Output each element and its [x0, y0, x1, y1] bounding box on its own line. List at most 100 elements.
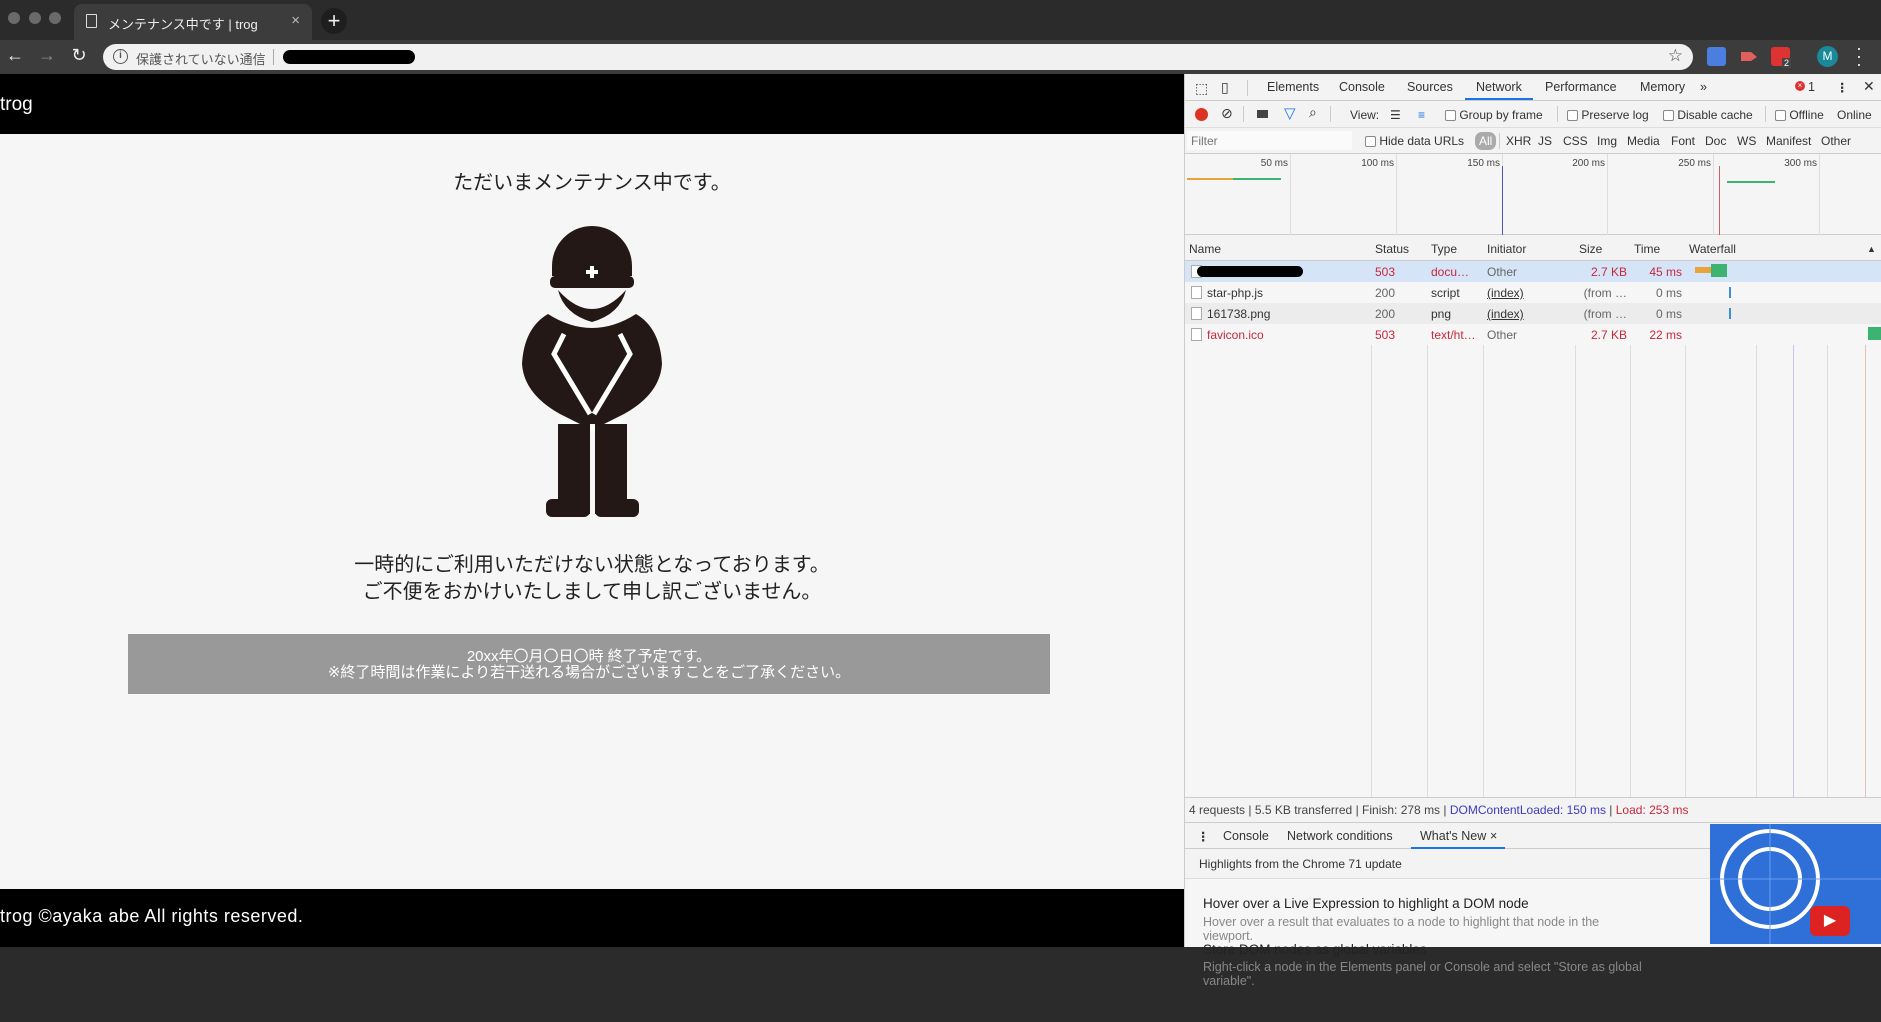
- overview-toggle-icon[interactable]: ≡: [1418, 108, 1425, 122]
- drawer-tab-console[interactable]: Console: [1223, 829, 1269, 843]
- column-size[interactable]: Size: [1579, 242, 1602, 256]
- feature-desc: Right-click a node in the Elements panel…: [1203, 960, 1642, 988]
- filter-type-all[interactable]: All: [1475, 132, 1497, 150]
- reload-icon[interactable]: ↻: [67, 45, 91, 66]
- preserve-log-checkbox[interactable]: Preserve log: [1567, 108, 1649, 122]
- filter-type-css[interactable]: CSS: [1563, 134, 1588, 148]
- search-icon[interactable]: ⌕: [1309, 104, 1317, 121]
- info-icon[interactable]: i: [113, 49, 128, 64]
- chrome-71-video-thumbnail[interactable]: ▶: [1710, 824, 1881, 944]
- request-initiator[interactable]: (index): [1487, 286, 1524, 300]
- feature-title[interactable]: Hover over a Live Expression to highligh…: [1203, 896, 1529, 911]
- active-tab-indicator: [1465, 98, 1533, 100]
- tab-console[interactable]: Console: [1339, 80, 1385, 94]
- filter-type-media[interactable]: Media: [1627, 134, 1660, 148]
- network-overview-timeline[interactable]: 50 ms 100 ms 150 ms 200 ms 250 ms 300 ms: [1185, 154, 1881, 235]
- notice-line-1: 20xx年〇月〇日〇時 終了予定です。: [466, 648, 712, 665]
- filter-input[interactable]: [1187, 131, 1352, 150]
- throttling-select[interactable]: Online: [1837, 108, 1872, 122]
- forward-arrow-icon[interactable]: →: [35, 45, 59, 66]
- devtools-close-icon[interactable]: ✕: [1863, 78, 1875, 95]
- notice-line-2: ※終了時間は作業により若干送れる場合がございますことをご了承ください。: [327, 664, 851, 681]
- device-toolbar-icon[interactable]: ▯: [1221, 79, 1229, 96]
- tab-close-icon[interactable]: ×: [291, 12, 300, 29]
- large-rows-icon[interactable]: ☰: [1390, 108, 1401, 122]
- column-time[interactable]: Time: [1634, 242, 1660, 256]
- request-initiator[interactable]: (index): [1487, 307, 1524, 321]
- request-type: png: [1431, 307, 1452, 321]
- request-size: (from …: [1583, 286, 1627, 300]
- feature-title[interactable]: Store DOM nodes as global variables: [1203, 942, 1427, 957]
- browser-tab[interactable]: メンテナンス中です | trog ×: [74, 4, 312, 40]
- column-initiator[interactable]: Initiator: [1487, 242, 1526, 256]
- security-label: 保護されていない通信: [136, 52, 266, 67]
- filter-type-doc[interactable]: Doc: [1705, 134, 1726, 148]
- profile-avatar[interactable]: M: [1817, 46, 1838, 67]
- tab-sources[interactable]: Sources: [1407, 80, 1453, 94]
- filter-type-manifest[interactable]: Manifest: [1766, 134, 1811, 148]
- inspect-element-icon[interactable]: ⬚: [1195, 80, 1208, 97]
- tab-network[interactable]: Network: [1476, 80, 1522, 94]
- filter-funnel-icon[interactable]: ▽: [1284, 104, 1296, 122]
- video-extension-icon[interactable]: [1739, 47, 1758, 66]
- filter-type-other[interactable]: Other: [1821, 134, 1851, 148]
- overview-tick-label: 250 ms: [1678, 158, 1711, 169]
- translate-extension-icon[interactable]: [1707, 47, 1726, 66]
- filter-type-font[interactable]: Font: [1671, 134, 1695, 148]
- drawer-tab-network-conditions[interactable]: Network conditions: [1287, 829, 1393, 843]
- column-name[interactable]: Name: [1189, 242, 1221, 256]
- filter-type-img[interactable]: Img: [1597, 134, 1617, 148]
- devtools-panel: ⬚ ▯ Elements Console Sources Network Per…: [1184, 74, 1881, 988]
- filter-type-xhr[interactable]: XHR: [1506, 134, 1531, 148]
- table-row[interactable]: 161738.png 200 png (index) (from … 0 ms: [1185, 303, 1881, 324]
- devtools-menu-icon[interactable]: ⋮: [1836, 80, 1849, 95]
- window-minimize-button[interactable]: [29, 12, 41, 24]
- table-row[interactable]: star-php.js 200 script (index) (from … 0 ms: [1185, 282, 1881, 303]
- drawer-menu-icon[interactable]: ⋮: [1197, 829, 1210, 844]
- column-type[interactable]: Type: [1431, 242, 1457, 256]
- bookmark-star-icon[interactable]: ☆: [1668, 46, 1683, 66]
- more-tabs-button[interactable]: »: [1700, 80, 1707, 94]
- extension-icon[interactable]: 2: [1771, 47, 1792, 68]
- table-row[interactable]: favicon.ico 503 text/ht… Other 2.7 KB 22 ms: [1185, 324, 1881, 345]
- drawer-tab-whats-new[interactable]: What's New: [1420, 829, 1486, 843]
- window-maximize-button[interactable]: [49, 12, 61, 24]
- file-icon: [1191, 307, 1202, 320]
- request-name[interactable]: star-php.js: [1207, 286, 1367, 300]
- sort-ascending-icon[interactable]: ▲: [1867, 244, 1876, 254]
- request-time: 0 ms: [1655, 286, 1682, 300]
- column-status[interactable]: Status: [1375, 242, 1409, 256]
- tab-elements[interactable]: Elements: [1267, 80, 1319, 94]
- filter-type-js[interactable]: JS: [1538, 134, 1552, 148]
- group-by-frame-checkbox[interactable]: Group by frame: [1445, 108, 1543, 122]
- column-waterfall[interactable]: Waterfall: [1689, 242, 1736, 256]
- address-bar[interactable]: i 保護されていない通信 ☆: [103, 44, 1693, 70]
- table-row[interactable]: 503 docu… Other 2.7 KB 45 ms: [1185, 261, 1881, 282]
- finish-time: Finish: 278 ms: [1362, 803, 1441, 817]
- request-name[interactable]: 161738.png: [1207, 307, 1367, 321]
- drawer-tab-close-icon[interactable]: ×: [1490, 829, 1497, 843]
- page-viewport: trog ただいまメンテナンス中です。 一時的にご利用いただけない状態となってお…: [0, 74, 1184, 947]
- youtube-play-icon[interactable]: ▶: [1810, 906, 1850, 936]
- request-name[interactable]: favicon.ico: [1207, 328, 1367, 342]
- new-tab-button[interactable]: +: [321, 8, 347, 34]
- message-line-2: ご不便をおかけいたしまして申し訳ございません。: [362, 581, 822, 603]
- back-arrow-icon[interactable]: ←: [3, 45, 27, 66]
- waterfall-bar: [1695, 267, 1711, 273]
- tab-memory[interactable]: Memory: [1640, 80, 1685, 94]
- filter-type-ws[interactable]: WS: [1737, 134, 1756, 148]
- tab-performance[interactable]: Performance: [1545, 80, 1617, 94]
- disable-cache-checkbox[interactable]: Disable cache: [1663, 108, 1753, 122]
- waterfall-bar: [1868, 327, 1881, 340]
- clear-icon[interactable]: ⊘: [1221, 105, 1233, 122]
- screenshot-camera-icon[interactable]: [1257, 110, 1268, 118]
- record-button[interactable]: [1195, 108, 1208, 121]
- site-footer: trog ©ayaka abe All rights reserved.: [0, 889, 1184, 947]
- window-close-button[interactable]: [8, 12, 20, 24]
- site-logo[interactable]: trog: [0, 94, 33, 116]
- browser-menu-icon[interactable]: · · ·: [1855, 39, 1863, 73]
- offline-checkbox[interactable]: Offline: [1775, 108, 1824, 122]
- network-request-table: Name Status Type Initiator Size Time Wat…: [1185, 235, 1881, 797]
- hide-data-urls-checkbox[interactable]: Hide data URLs: [1365, 134, 1464, 148]
- error-count[interactable]: 1: [1808, 80, 1815, 94]
